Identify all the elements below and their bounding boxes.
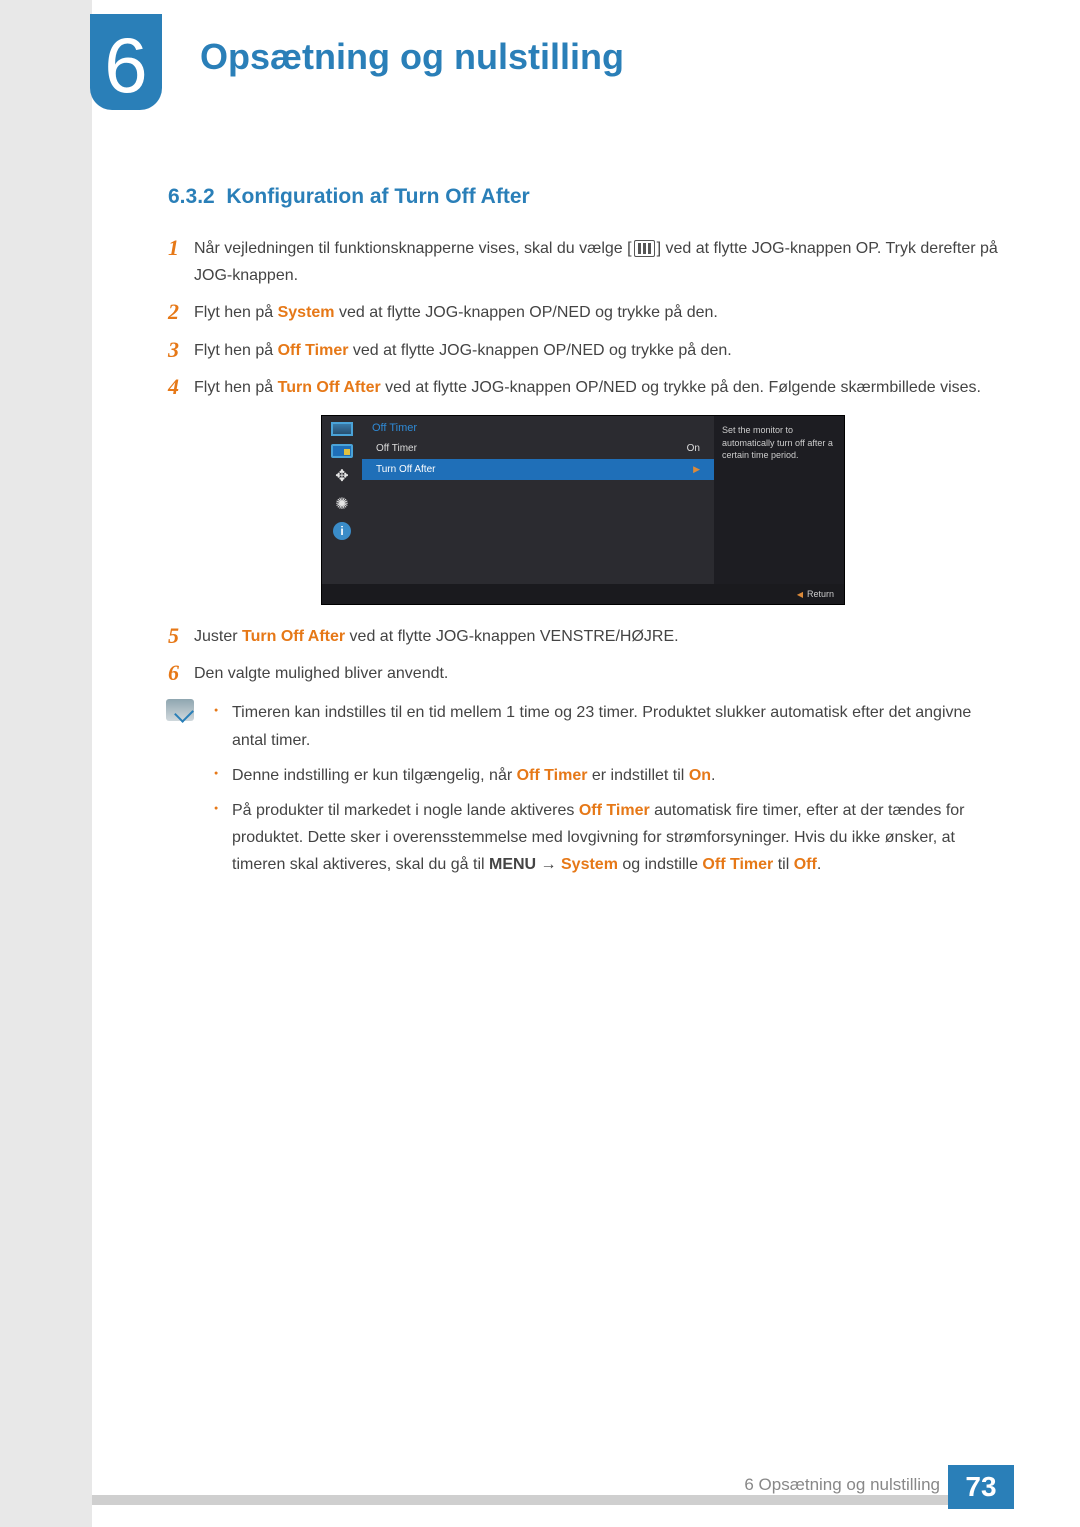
footer-bar [92, 1495, 1012, 1505]
step-4: 4 Flyt hen på Turn Off After ved at flyt… [168, 374, 998, 401]
osd-item-offtimer: Off Timer On [362, 438, 714, 459]
step-6: 6 Den valgte mulighed bliver anvendt. [168, 660, 998, 687]
section-number: 6.3.2 [168, 185, 215, 208]
footer-text: 6 Opsætning og nulstilling [744, 1475, 940, 1495]
step-1: 1 Når vejledningen til funktionsknappern… [168, 235, 998, 289]
chevron-right-icon: ▶ [693, 464, 700, 475]
screen-icon [331, 444, 353, 458]
chapter-title: Opsætning og nulstilling [200, 36, 624, 78]
move-icon: ✥ [330, 466, 354, 486]
step-5: 5 Juster Turn Off After ved at flytte JO… [168, 623, 998, 650]
step-text: Flyt hen på System ved at flytte JOG-kna… [194, 299, 718, 326]
note-3: På produkter til markedet i nogle lande … [212, 797, 998, 879]
step-number: 2 [168, 299, 194, 326]
page-number: 73 [948, 1465, 1014, 1509]
settings-icon: ✺ [330, 494, 354, 514]
step-number: 3 [168, 337, 194, 364]
step-number: 6 [168, 660, 194, 687]
section-heading: 6.3.2 Konfiguration af Turn Off After [168, 185, 998, 209]
picture-icon [331, 422, 353, 436]
note-list: Timeren kan indstilles til en tid mellem… [212, 699, 998, 886]
step-text: Flyt hen på Turn Off After ved at flytte… [194, 374, 981, 401]
step-text: Juster Turn Off After ved at flytte JOG-… [194, 623, 679, 650]
step-text: Den valgte mulighed bliver anvendt. [194, 660, 448, 687]
osd-panel: ✥ ✺ i Off Timer Off Timer On Turn [321, 415, 845, 605]
step-3: 3 Flyt hen på Off Timer ved at flytte JO… [168, 337, 998, 364]
chapter-number: 6 [104, 26, 147, 104]
osd-description: Set the monitor to automatically turn of… [714, 416, 844, 584]
chapter-badge: 6 [90, 14, 162, 110]
note-2: Denne indstilling er kun tilgængelig, nå… [212, 762, 998, 789]
osd-footer: ◀Return [322, 584, 844, 604]
step-text: Flyt hen på Off Timer ved at flytte JOG-… [194, 337, 732, 364]
content-area: 6.3.2 Konfiguration af Turn Off After 1 … [168, 185, 998, 886]
osd-sidebar: ✥ ✺ i [322, 416, 362, 584]
osd-screenshot: ✥ ✺ i Off Timer Off Timer On Turn [168, 415, 998, 605]
section-title: Konfiguration af Turn Off After [226, 185, 529, 208]
step-number: 4 [168, 374, 194, 401]
note-1: Timeren kan indstilles til en tid mellem… [212, 699, 998, 753]
step-list: 1 Når vejledningen til funktionsknappern… [168, 235, 998, 687]
info-icon: i [333, 522, 351, 540]
osd-list: Off Timer Off Timer On Turn Off After ▶ [362, 416, 714, 584]
osd-list-header: Off Timer [362, 416, 714, 438]
osd-main: Off Timer Off Timer On Turn Off After ▶ … [362, 416, 844, 584]
step-text: Når vejledningen til funktionsknapperne … [194, 235, 998, 289]
left-margin [0, 0, 92, 1527]
note-block: Timeren kan indstilles til en tid mellem… [168, 699, 998, 886]
menu-icon [634, 240, 655, 257]
osd-item-turnoffafter: Turn Off After ▶ [362, 459, 714, 480]
step-2: 2 Flyt hen på System ved at flytte JOG-k… [168, 299, 998, 326]
note-icon [166, 699, 194, 721]
step-number: 1 [168, 235, 194, 289]
chevron-left-icon: ◀ [797, 590, 803, 599]
step-number: 5 [168, 623, 194, 650]
